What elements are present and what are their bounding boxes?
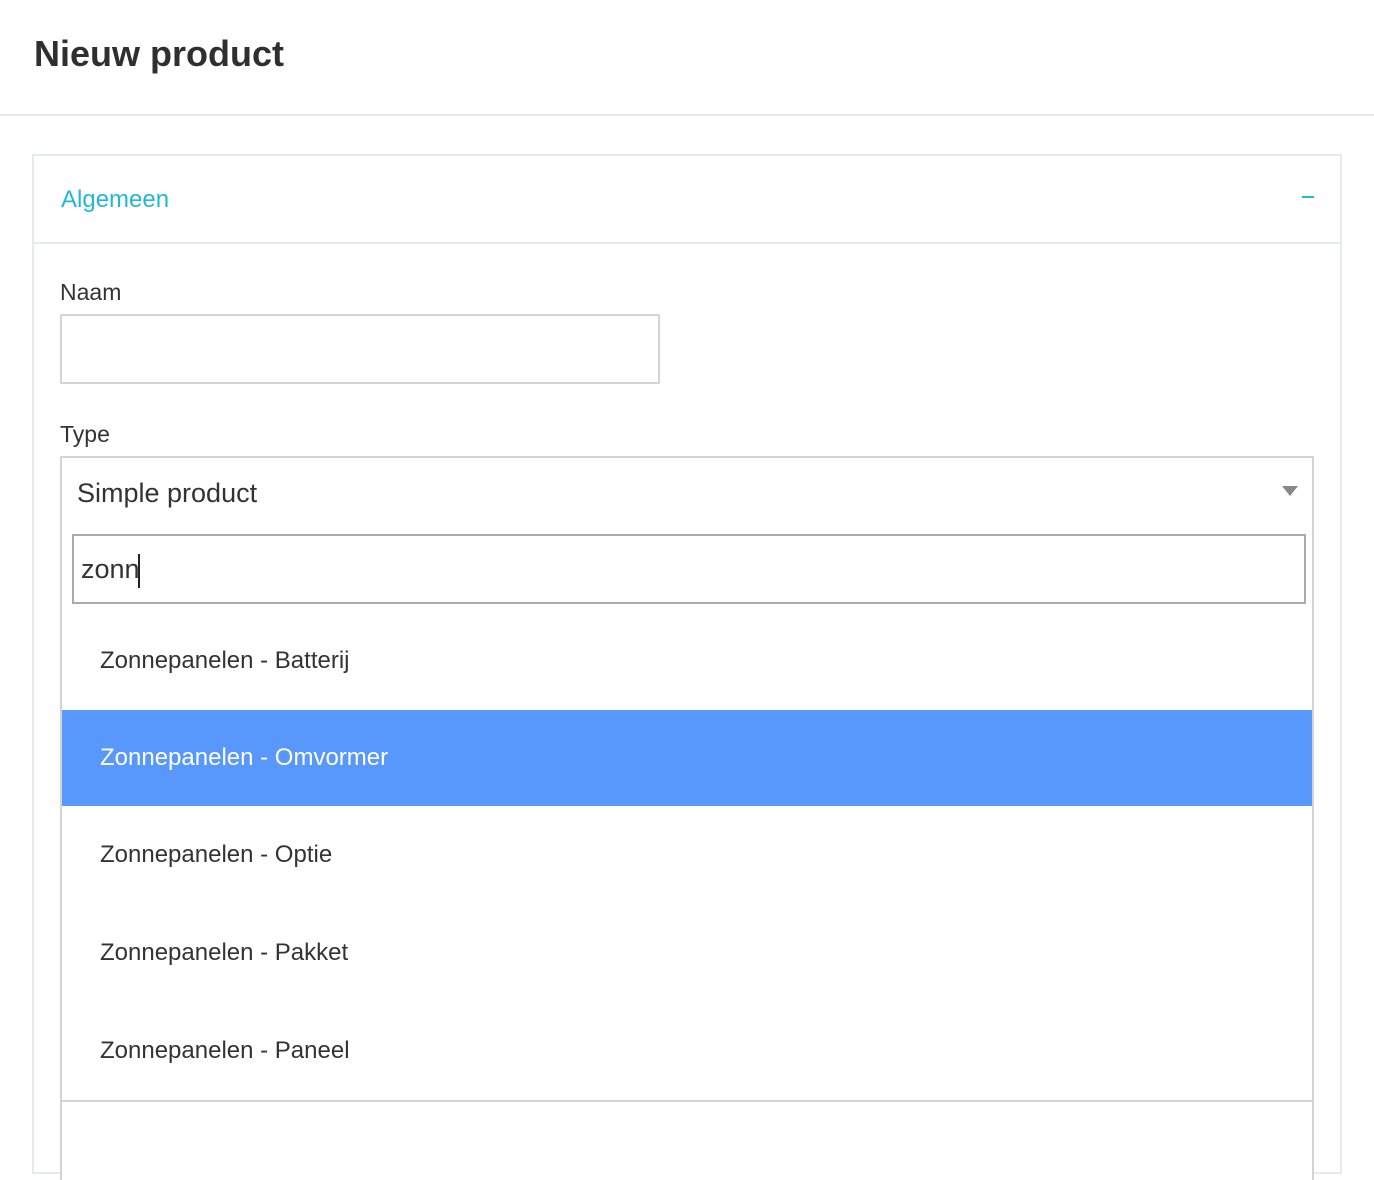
panel-heading[interactable]: Algemeen	[34, 156, 1340, 244]
type-select[interactable]: Simple product	[60, 456, 1314, 526]
minus-icon[interactable]	[1302, 196, 1314, 198]
next-field-box[interactable]	[60, 1100, 1314, 1180]
dropdown-option[interactable]: Zonnepanelen - Pakket	[62, 904, 1312, 1002]
dropdown-option-highlighted[interactable]: Zonnepanelen - Omvormer	[62, 710, 1312, 806]
naam-input[interactable]	[60, 314, 660, 384]
page-title: Nieuw product	[34, 33, 284, 74]
naam-label: Naam	[60, 279, 122, 305]
type-search-input[interactable]	[72, 534, 1306, 604]
dropdown-option[interactable]: Zonnepanelen - Paneel	[62, 1002, 1312, 1100]
dropdown-option[interactable]: Zonnepanelen - Optie	[62, 806, 1312, 904]
type-label: Type	[60, 421, 110, 447]
chevron-down-icon	[1282, 486, 1298, 496]
type-select-value: Simple product	[77, 478, 258, 508]
dropdown-option[interactable]: Zonnepanelen - Batterij	[62, 612, 1312, 710]
panel-title[interactable]: Algemeen	[61, 184, 169, 216]
type-dropdown: Zonnepanelen - Batterij Zonnepanelen - O…	[60, 524, 1314, 1102]
page-header: Nieuw product	[0, 0, 1374, 116]
text-caret	[138, 554, 140, 588]
type-options-list: Zonnepanelen - Batterij Zonnepanelen - O…	[62, 612, 1312, 1100]
